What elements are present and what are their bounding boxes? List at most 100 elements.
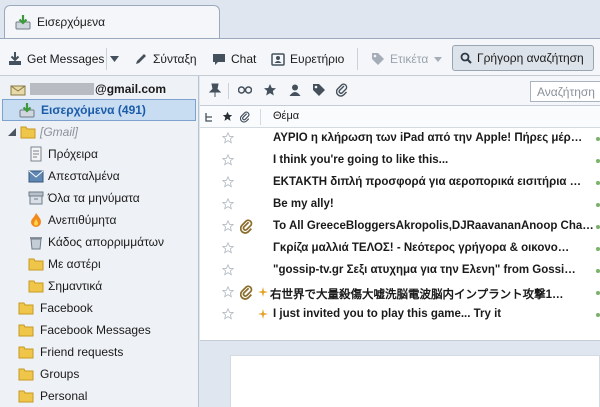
pin-icon[interactable]: [208, 83, 222, 97]
status-dot: [596, 203, 600, 207]
message-search-input[interactable]: Αναζήτηση: [530, 81, 600, 102]
folder-facebook-messages[interactable]: Facebook Messages: [0, 319, 199, 341]
folder-icon: [28, 280, 44, 293]
unread-filter-icon[interactable]: [238, 86, 252, 94]
message-row[interactable]: ΑΥΡΙΟ η κλήρωση των iPad από την Apple! …: [200, 128, 600, 150]
folder-inbox-label: Εισερχόμενα (491): [41, 103, 146, 117]
message-row[interactable]: "gossip-tv.gr Σεξι ατυχημα για την Ελενη…: [200, 260, 600, 282]
compose-button[interactable]: Σύνταξη: [134, 48, 197, 70]
main-toolbar: Get Messages Σύνταξη Chat Ευρετήριο Ετικ…: [0, 38, 600, 76]
folder-pane: @gmail.com Εισερχόμενα (491) [Gmail] Πρό…: [0, 76, 199, 407]
account-icon: [10, 85, 26, 96]
star-column-icon[interactable]: [222, 111, 233, 122]
tag-button[interactable]: Ετικέτα: [371, 48, 447, 70]
tag-icon: [372, 53, 384, 65]
folder-icon: [18, 324, 34, 337]
attachment-filter-icon[interactable]: [336, 83, 348, 97]
folder-drafts[interactable]: Πρόχειρα: [0, 143, 199, 165]
message-row[interactable]: Be my ally!: [200, 194, 600, 216]
compose-label: Σύνταξη: [153, 52, 197, 66]
message-subject: Be my ally!: [273, 198, 334, 210]
message-subject: ΑΥΡΙΟ η κλήρωση των iPad από την Apple! …: [273, 132, 583, 144]
star-filter-icon[interactable]: [263, 83, 277, 97]
new-message-sparkle-icon: [258, 309, 268, 319]
star-icon[interactable]: [222, 176, 234, 188]
message-list: ΑΥΡΙΟ η κλήρωση των iPad από την Apple! …: [200, 128, 600, 326]
inbox-icon: [15, 15, 31, 30]
message-row[interactable]: Γκρίζα μαλλιά ΤΕΛΟΣ! - Νεότερος γρήγορα …: [200, 238, 600, 260]
message-subject: "gossip-tv.gr Σεξι ατυχημα για την Ελενη…: [273, 264, 576, 276]
subject-column-header[interactable]: Θέμα: [273, 110, 299, 122]
redacted-username: [30, 83, 94, 95]
preview-content-area: [230, 355, 600, 407]
status-dot: [596, 137, 600, 141]
address-book-label: Ευρετήριο: [290, 52, 345, 66]
message-filter-bar: Αναζήτηση: [200, 76, 600, 106]
folder-friend-requests[interactable]: Friend requests: [0, 341, 199, 363]
chat-button[interactable]: Chat: [212, 48, 256, 70]
quick-filter-button[interactable]: Γρήγορη αναζήτηση: [452, 45, 594, 71]
folder-gmail[interactable]: [Gmail]: [0, 121, 199, 143]
folder-personal[interactable]: Personal: [0, 385, 199, 407]
star-icon[interactable]: [222, 286, 234, 298]
status-dot: [596, 159, 600, 163]
contact-card-icon: [271, 53, 285, 66]
star-icon[interactable]: [222, 242, 234, 254]
tag-filter-icon[interactable]: [312, 83, 326, 97]
pencil-icon: [136, 54, 146, 64]
trash-icon: [30, 237, 42, 250]
star-icon[interactable]: [222, 154, 234, 166]
message-subject: I just invited you to play this game... …: [273, 308, 502, 320]
folder-all-mail[interactable]: Όλα τα μηνύματα: [0, 187, 199, 209]
folder-all-mail-label: Όλα τα μηνύματα: [48, 191, 140, 205]
thread-column-icon[interactable]: [204, 112, 214, 122]
sent-icon: [28, 170, 44, 183]
folder-trash-label: Κάδος απορριμμάτων: [48, 235, 165, 249]
message-row[interactable]: To All GreeceBloggersAkropolis,DJRaavana…: [200, 216, 600, 238]
folder-trash[interactable]: Κάδος απορριμμάτων: [0, 231, 199, 253]
message-preview-pane: [200, 340, 600, 407]
status-dot: [596, 313, 600, 317]
folder-junk[interactable]: Ανεπιθύμητα: [0, 209, 199, 231]
star-icon[interactable]: [222, 220, 234, 232]
folder-icon: [20, 126, 36, 139]
chevron-down-icon: [434, 56, 443, 62]
drafts-icon: [30, 146, 42, 162]
toolbar-divider: [228, 83, 229, 99]
contact-filter-icon[interactable]: [288, 83, 302, 97]
account-name: @gmail.com: [95, 82, 167, 96]
attachment-column-icon[interactable]: [240, 111, 250, 123]
tag-label: Ετικέτα: [390, 52, 429, 66]
get-messages-button[interactable]: Get Messages: [8, 48, 104, 70]
star-icon[interactable]: [222, 264, 234, 276]
folder-friend-requests-label: Friend requests: [40, 345, 124, 359]
get-messages-dropdown[interactable]: [110, 48, 124, 70]
message-subject: I think you're going to like this...: [273, 154, 449, 166]
message-row[interactable]: I think you're going to like this...: [200, 150, 600, 172]
folder-drafts-label: Πρόχειρα: [48, 147, 98, 161]
message-row[interactable]: 右世界で大量殺傷大嘘洗脳電波脳内インプラント攻撃1…: [200, 282, 600, 304]
folder-groups[interactable]: Groups: [0, 363, 199, 385]
tab-inbox[interactable]: Εισερχόμενα: [4, 5, 220, 39]
folder-important[interactable]: Σημαντικά: [0, 275, 199, 297]
message-list-empty-area: [200, 326, 600, 340]
folder-facebook[interactable]: Facebook: [0, 297, 199, 319]
star-icon[interactable]: [222, 198, 234, 210]
column-header-row: Θέμα: [200, 106, 600, 128]
status-dot: [596, 247, 600, 251]
folder-starred[interactable]: Με αστέρι: [0, 253, 199, 275]
address-book-button[interactable]: Ευρετήριο: [271, 48, 344, 70]
message-row[interactable]: I just invited you to play this game... …: [200, 304, 600, 326]
toolbar-divider: [357, 48, 358, 70]
star-icon[interactable]: [222, 132, 234, 144]
star-icon[interactable]: [222, 308, 234, 320]
message-row[interactable]: ΕΚΤΑΚΤΗ διπλή προσφορά για αεροπορικά ει…: [200, 172, 600, 194]
account-row[interactable]: @gmail.com: [0, 78, 199, 100]
chevron-down-icon: [110, 56, 119, 62]
attachment-icon: [240, 219, 253, 234]
message-subject: 右世界で大量殺傷大嘘洗脳電波脳内インプラント攻撃1…: [270, 289, 564, 301]
attachment-icon: [240, 285, 253, 300]
folder-icon: [18, 390, 34, 403]
folder-sent[interactable]: Απεσταλμένα: [0, 165, 199, 187]
folder-inbox[interactable]: Εισερχόμενα (491): [2, 99, 196, 121]
